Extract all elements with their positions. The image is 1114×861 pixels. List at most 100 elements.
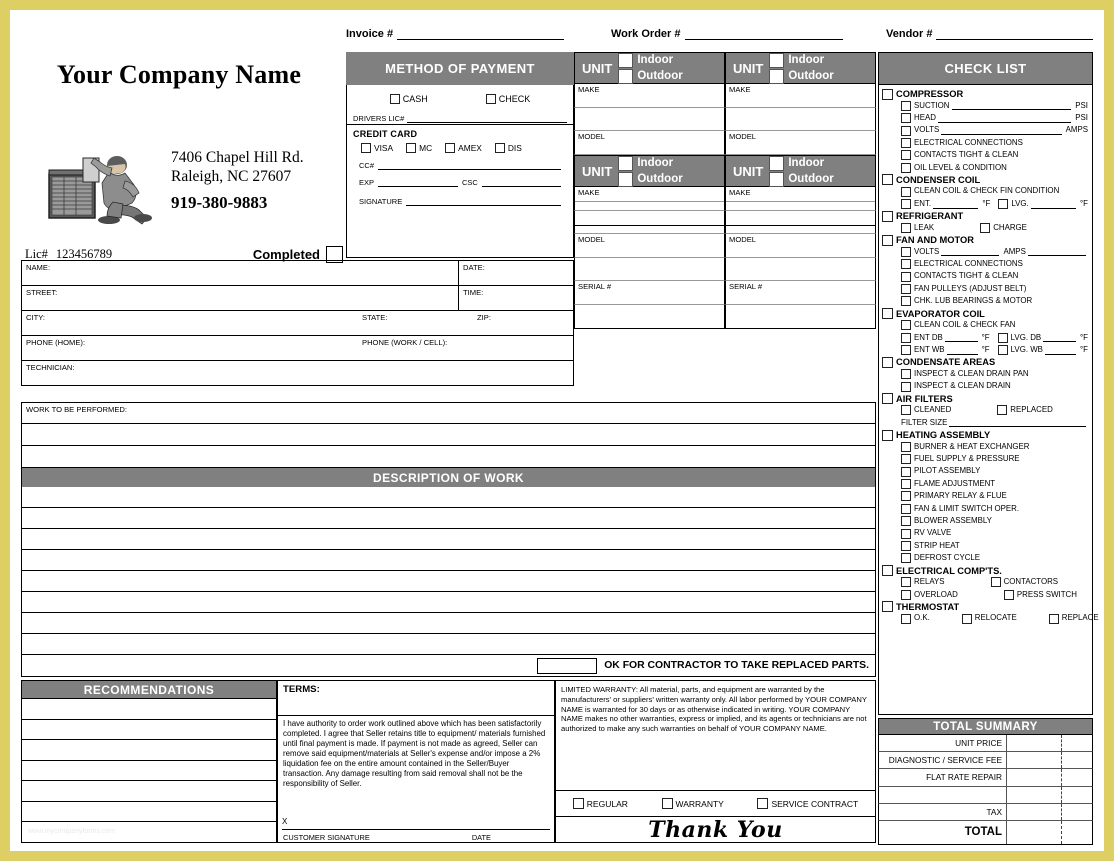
checklist-item-volts[interactable]: VOLTS AMPS: [901, 246, 1088, 258]
checklist-item-electrical-connections[interactable]: ELECTRICAL CONNECTIONS: [901, 137, 1088, 149]
checklist-checkbox-inspect-clean-drain[interactable]: [901, 381, 911, 392]
dis-option[interactable]: DIS: [494, 143, 522, 153]
checklist-group-air-filters[interactable]: AIR FILTERS: [882, 393, 1088, 405]
unit-4-serial-label[interactable]: SERIAL #: [725, 281, 876, 305]
work-order-number-field[interactable]: Work Order #: [611, 28, 843, 40]
date-field[interactable]: DATE:: [458, 260, 574, 286]
unit-1-make-value[interactable]: [574, 107, 725, 132]
checklist-checkbox-clean-coil-check-fin-condition[interactable]: [901, 186, 911, 197]
recommendation-line-3[interactable]: [21, 740, 277, 761]
unit-1-model-label[interactable]: MODEL: [574, 131, 725, 155]
ok-replaced-parts-box[interactable]: [537, 657, 598, 674]
checklist-checkbox-contacts-tight-clean[interactable]: [901, 150, 911, 161]
unit-3-model-label[interactable]: MODEL: [574, 234, 725, 258]
checklist-checkbox-suction[interactable]: [901, 100, 911, 111]
checklist-item-cleaned[interactable]: CLEANED REPLACED: [901, 404, 1088, 416]
checklist-item-oil-level-condition[interactable]: OIL LEVEL & CONDITION: [901, 162, 1088, 174]
unit-4-serial-value[interactable]: [725, 304, 876, 329]
unit-1-outdoor-checkbox[interactable]: [618, 68, 634, 84]
checklist-checkbox-clean-coil-check-fan[interactable]: [901, 320, 911, 331]
customer-phone-row[interactable]: PHONE (HOME): PHONE (WORK / CELL):: [21, 335, 574, 361]
unit-3-indoor-option[interactable]: Indoor: [618, 155, 682, 171]
time-field[interactable]: TIME:: [458, 285, 574, 311]
checklist-group-fan-and-motor[interactable]: FAN AND MOTOR: [882, 234, 1088, 246]
checklist-checkbox-lvg[interactable]: [998, 199, 1009, 210]
checklist-item-pilot-assembly[interactable]: PILOT ASSEMBLY: [901, 465, 1088, 477]
checklist-group-checkbox-refrigerant[interactable]: [882, 210, 893, 222]
unit-4-model-value[interactable]: [725, 257, 876, 282]
service-contract-option[interactable]: SERVICE CONTRACT: [757, 798, 858, 809]
description-line-5[interactable]: [21, 571, 876, 592]
unit-2-model-label[interactable]: MODEL: [725, 131, 876, 155]
warranty-option[interactable]: WARRANTY: [661, 798, 724, 809]
work-order-number-line[interactable]: [684, 28, 843, 40]
unit-2-outdoor-option[interactable]: Outdoor: [769, 68, 834, 84]
checklist-value-line-volts[interactable]: [941, 126, 1062, 136]
description-line-1[interactable]: [21, 487, 876, 508]
checklist-group-thermostat[interactable]: THERMOSTAT: [882, 601, 1088, 613]
blank-row-cents[interactable]: [1061, 786, 1092, 803]
checklist-checkbox-relays[interactable]: [901, 577, 911, 588]
checklist-item-blower-assembly[interactable]: BLOWER ASSEMBLY: [901, 515, 1088, 527]
checklist-item-inspect-clean-drain[interactable]: INSPECT & CLEAN DRAIN: [901, 380, 1088, 392]
visa-option[interactable]: VISA: [361, 143, 393, 153]
unit-3-serial-label[interactable]: SERIAL #: [574, 281, 725, 305]
flat-rate-amount[interactable]: [1006, 769, 1061, 786]
total-amount[interactable]: [1006, 820, 1061, 844]
checklist-group-condensate-areas[interactable]: CONDENSATE AREAS: [882, 356, 1088, 368]
checklist-checkbox-defrost-cycle[interactable]: [901, 553, 911, 564]
flat-rate-cents[interactable]: [1061, 769, 1092, 786]
cash-option[interactable]: CASH: [389, 94, 428, 104]
drivers-license-line[interactable]: [407, 113, 567, 123]
checklist-item-primary-relay-flue[interactable]: PRIMARY RELAY & FLUE: [901, 490, 1088, 502]
cc-number-field[interactable]: CC#: [353, 156, 567, 170]
checklist-group-checkbox-thermostat[interactable]: [882, 601, 893, 613]
checklist-value-line2-volts[interactable]: [1027, 247, 1087, 257]
checklist-checkbox-ent-db[interactable]: [901, 332, 911, 343]
checklist-checkbox-flame-adjustment[interactable]: [901, 478, 911, 489]
checklist-group-checkbox-compressor[interactable]: [882, 88, 893, 100]
unit-4-make-value[interactable]: [725, 210, 876, 235]
checklist-group-checkbox-electrical-comp-ts[interactable]: [882, 565, 893, 577]
regular-checkbox[interactable]: [572, 798, 584, 809]
checklist-item-electrical-connections[interactable]: ELECTRICAL CONNECTIONS: [901, 258, 1088, 270]
service-contract-checkbox[interactable]: [757, 798, 769, 809]
checklist-checkbox-cleaned[interactable]: [901, 405, 911, 416]
unit-4-indoor-option[interactable]: Indoor: [769, 155, 833, 171]
checklist-value-line2-ent-db[interactable]: [1043, 333, 1077, 343]
unit-4-outdoor-option[interactable]: Outdoor: [769, 171, 834, 187]
checklist-value-line2-ent[interactable]: [1030, 200, 1077, 209]
checklist-checkbox-contacts-tight-clean[interactable]: [901, 271, 911, 282]
checklist-item-volts[interactable]: VOLTS AMPS: [901, 124, 1088, 136]
unit-4-make-label[interactable]: MAKE: [725, 187, 876, 211]
checklist-checkbox-leak[interactable]: [901, 222, 911, 233]
checklist-group-checkbox-air-filters[interactable]: [882, 393, 893, 405]
checklist-group-checkbox-fan-and-motor[interactable]: [882, 234, 893, 246]
checklist-item-head[interactable]: HEAD PSI: [901, 112, 1088, 124]
unit-1-indoor-option[interactable]: Indoor: [618, 52, 682, 68]
checklist-checkbox-ent[interactable]: [901, 199, 911, 210]
csc-field[interactable]: CSC: [462, 177, 561, 187]
checklist-checkbox-blower-assembly[interactable]: [901, 516, 911, 527]
check-option[interactable]: CHECK: [485, 94, 530, 104]
checklist-checkbox-ent-wb[interactable]: [901, 345, 911, 356]
unit-3-outdoor-checkbox[interactable]: [618, 171, 634, 187]
unit-3-outdoor-option[interactable]: Outdoor: [618, 171, 683, 187]
checklist-item-contacts-tight-clean[interactable]: CONTACTS TIGHT & CLEAN: [901, 149, 1088, 161]
checklist-checkbox-lvg-db[interactable]: [997, 332, 1008, 343]
checklist-checkbox-oil-level-condition[interactable]: [901, 162, 911, 173]
checklist-value-line-ent-wb[interactable]: [946, 346, 978, 355]
checklist-item-burner-heat-exchanger[interactable]: BURNER & HEAT EXCHANGER: [901, 441, 1088, 453]
dis-checkbox[interactable]: [494, 143, 505, 153]
recommendation-line-4[interactable]: [21, 760, 277, 781]
checklist-checkbox-contactors[interactable]: [990, 577, 1001, 588]
checklist-value-line-head[interactable]: [937, 114, 1072, 123]
checklist-item-leak[interactable]: LEAK CHARGE: [901, 222, 1088, 234]
tax-cents[interactable]: [1061, 803, 1092, 820]
work-to-be-performed-line-2[interactable]: [21, 424, 876, 446]
unit-1-outdoor-option[interactable]: Outdoor: [618, 68, 683, 84]
checklist-item-inspect-clean-drain-pan[interactable]: INSPECT & CLEAN DRAIN PAN: [901, 368, 1088, 380]
description-line-6[interactable]: [21, 592, 876, 613]
unit-3-make-label[interactable]: MAKE: [574, 187, 725, 211]
checklist-checkbox-replaced[interactable]: [997, 405, 1008, 416]
